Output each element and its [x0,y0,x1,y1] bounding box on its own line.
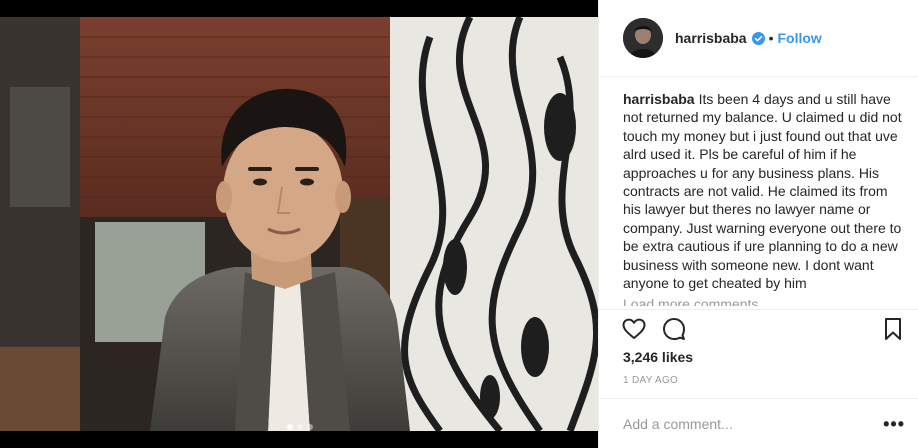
caption-section: harrisbaba Its been 4 days and u still ha… [623,90,903,300]
carousel-dot [307,424,313,430]
comment-input[interactable] [623,415,884,432]
carousel-dot-active [287,424,293,430]
carousel-dot [297,424,303,430]
like-button[interactable] [621,316,647,342]
comment-icon [663,318,685,340]
bookmark-icon [885,318,901,340]
post-details-panel: harrisbaba • Follow harrisbaba Its been 4… [598,0,918,448]
save-button[interactable] [880,316,906,342]
carousel-indicator [287,424,313,430]
post-photo[interactable] [0,17,598,431]
post-timestamp[interactable]: 1 DAY AGO [623,375,678,386]
avatar[interactable] [623,18,663,58]
verified-badge-icon [751,31,765,45]
likes-count[interactable]: 3,246 likes [623,349,693,365]
caption-text: Its been 4 days and u still have not ret… [623,91,902,292]
username-link[interactable]: harrisbaba [675,30,747,46]
caption: harrisbaba Its been 4 days and u still ha… [623,90,903,292]
post-header: harrisbaba • Follow [599,0,918,77]
comment-button[interactable] [661,316,687,342]
post-media [0,0,598,448]
follow-button[interactable]: Follow [778,30,822,46]
actions-divider [599,309,918,310]
instagram-post-view: harrisbaba • Follow harrisbaba Its been 4… [0,0,918,448]
header-separator: • [768,30,774,46]
load-more-comments-link[interactable]: Load more comments [623,295,758,306]
heart-icon [622,318,646,339]
more-options-button[interactable]: ••• [883,415,905,433]
comment-form: ••• [599,398,918,448]
action-buttons [621,316,687,342]
caption-username-link[interactable]: harrisbaba [623,91,695,107]
